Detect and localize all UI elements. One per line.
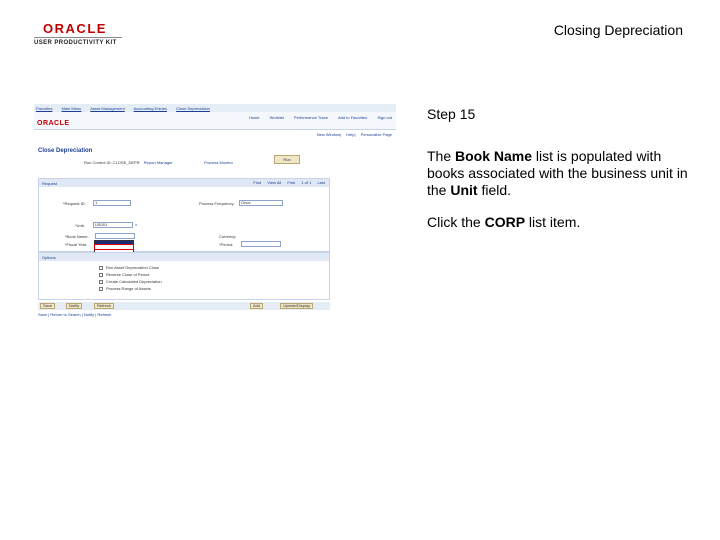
- desc-text: The: [427, 148, 456, 164]
- option-label: Run Asset Depreciation Close: [106, 265, 160, 270]
- action-text: Click the: [427, 214, 485, 230]
- link-report-manager[interactable]: Report Manager: [144, 160, 173, 165]
- link-home[interactable]: Home: [249, 115, 260, 120]
- request-id-label: *Request ID:: [63, 201, 86, 206]
- period-label: *Period:: [219, 242, 234, 247]
- link-process-monitor[interactable]: Process Monitor: [204, 160, 233, 165]
- request-navigation: Find View All First 1 of 1 Last: [248, 180, 325, 185]
- breadcrumb-accounting-entries[interactable]: Accounting Entries: [134, 106, 167, 111]
- option-row[interactable]: Reverse Close of Period: [99, 272, 149, 277]
- step-action: Click the CORP list item.: [427, 214, 697, 230]
- action-corp: CORP: [484, 214, 526, 230]
- desc-book-name: Book Name: [455, 148, 533, 164]
- process-frequency-label: Process Frequency:: [199, 201, 235, 206]
- option-row[interactable]: Process Range of Assets: [99, 286, 151, 291]
- request-group: Request Find View All First 1 of 1 Last …: [38, 178, 330, 252]
- options-header: Options: [39, 253, 329, 261]
- sub-links: New Window| Help| Personalize Page: [316, 132, 392, 137]
- link-new-window[interactable]: New Window: [317, 132, 340, 137]
- currency-label: Currency:: [219, 234, 237, 239]
- unit-lookup-icon[interactable]: ⌕: [135, 222, 137, 227]
- link-personalize[interactable]: Personalize Page: [361, 132, 392, 137]
- unit-input[interactable]: US001: [93, 222, 133, 228]
- checkbox[interactable]: [99, 286, 103, 291]
- oracle-upk-logo: ORACLE USER PRODUCTIVITY KIT: [34, 22, 124, 48]
- checkbox[interactable]: [99, 279, 103, 284]
- link-performance-trace[interactable]: Performance Trace: [294, 115, 328, 120]
- refresh-button[interactable]: Refresh: [94, 303, 115, 309]
- link-first[interactable]: First: [287, 180, 295, 185]
- app-screenshot: Favorites Main Menu Asset Management Acc…: [34, 104, 396, 322]
- save-button[interactable]: Save: [40, 303, 56, 309]
- request-id-input[interactable]: 1: [93, 200, 131, 206]
- option-label: Reverse Close of Period: [106, 272, 150, 277]
- breadcrumb-favorites[interactable]: Favorites: [36, 106, 52, 111]
- link-last[interactable]: Last: [317, 180, 325, 185]
- step-description: The Book Name list is populated with boo…: [427, 148, 697, 199]
- header-links: Home Worklist Performance Trace Add to F…: [240, 115, 392, 120]
- brand-bar: ORACLE Home Worklist Performance Trace A…: [34, 112, 396, 130]
- desc-unit: Unit: [450, 182, 478, 198]
- logo-upk-text: USER PRODUCTIVITY KIT: [34, 40, 117, 46]
- desc-text: field.: [477, 182, 512, 198]
- run-button[interactable]: Run: [274, 155, 300, 164]
- option-row[interactable]: Run Asset Depreciation Close: [99, 265, 159, 270]
- corp-highlight-box: [94, 244, 134, 250]
- option-label: Create Calculated Depreciation: [106, 279, 162, 284]
- option-label: Process Range of Assets: [106, 286, 151, 291]
- process-frequency-select[interactable]: Once: [239, 200, 283, 206]
- footer-links[interactable]: Save | Return to Search | Notify | Refre…: [38, 312, 111, 317]
- request-group-header: Request Find View All First 1 of 1 Last: [39, 179, 329, 187]
- book-name-select[interactable]: [95, 233, 135, 239]
- period-input[interactable]: [241, 241, 281, 247]
- add-button[interactable]: Add: [250, 303, 264, 309]
- link-view-all[interactable]: View All: [267, 180, 281, 185]
- unit-label: *Unit:: [75, 223, 85, 228]
- request-header-label: Request: [42, 181, 57, 186]
- breadcrumb-main-menu[interactable]: Main Menu: [62, 106, 82, 111]
- notify-button[interactable]: Notify: [66, 303, 83, 309]
- page-title: Closing Depreciation: [553, 22, 683, 38]
- link-sign-out[interactable]: Sign out: [377, 115, 392, 120]
- step-number: Step 15: [427, 106, 476, 122]
- brand-logo: ORACLE: [37, 120, 70, 127]
- breadcrumb-close-depreciation[interactable]: Close Depreciation: [176, 106, 210, 111]
- options-group: Options Run Asset Depreciation Close Rev…: [38, 252, 330, 300]
- run-control-id: Run Control ID: CLOSE_DEPR: [84, 160, 140, 165]
- link-add-favorites[interactable]: Add to Favorites: [338, 115, 367, 120]
- fiscal-year-label: *Fiscal Year:: [65, 242, 88, 247]
- breadcrumb-nav: Favorites Main Menu Asset Management Acc…: [34, 104, 396, 112]
- breadcrumb-asset-management[interactable]: Asset Management: [90, 106, 124, 111]
- update-display-button[interactable]: Update/Display: [280, 303, 314, 309]
- bottom-toolbar: Save Notify Refresh Add Update/Display: [38, 302, 330, 310]
- link-worklist[interactable]: Worklist: [270, 115, 284, 120]
- book-name-label: *Book Name:: [65, 234, 89, 239]
- app-page-heading: Close Depreciation: [38, 148, 93, 154]
- link-help[interactable]: Help: [346, 132, 354, 137]
- logo-divider: [34, 37, 122, 38]
- checkbox[interactable]: [99, 272, 103, 277]
- logo-oracle-text: ORACLE: [43, 21, 107, 36]
- link-find[interactable]: Find: [253, 180, 261, 185]
- checkbox[interactable]: [99, 265, 103, 270]
- row-count: 1 of 1: [301, 180, 312, 185]
- option-row[interactable]: Create Calculated Depreciation: [99, 279, 162, 284]
- action-text: list item.: [525, 214, 581, 230]
- run-control-info: Run Control ID: CLOSE_DEPR Report Manage…: [84, 160, 173, 165]
